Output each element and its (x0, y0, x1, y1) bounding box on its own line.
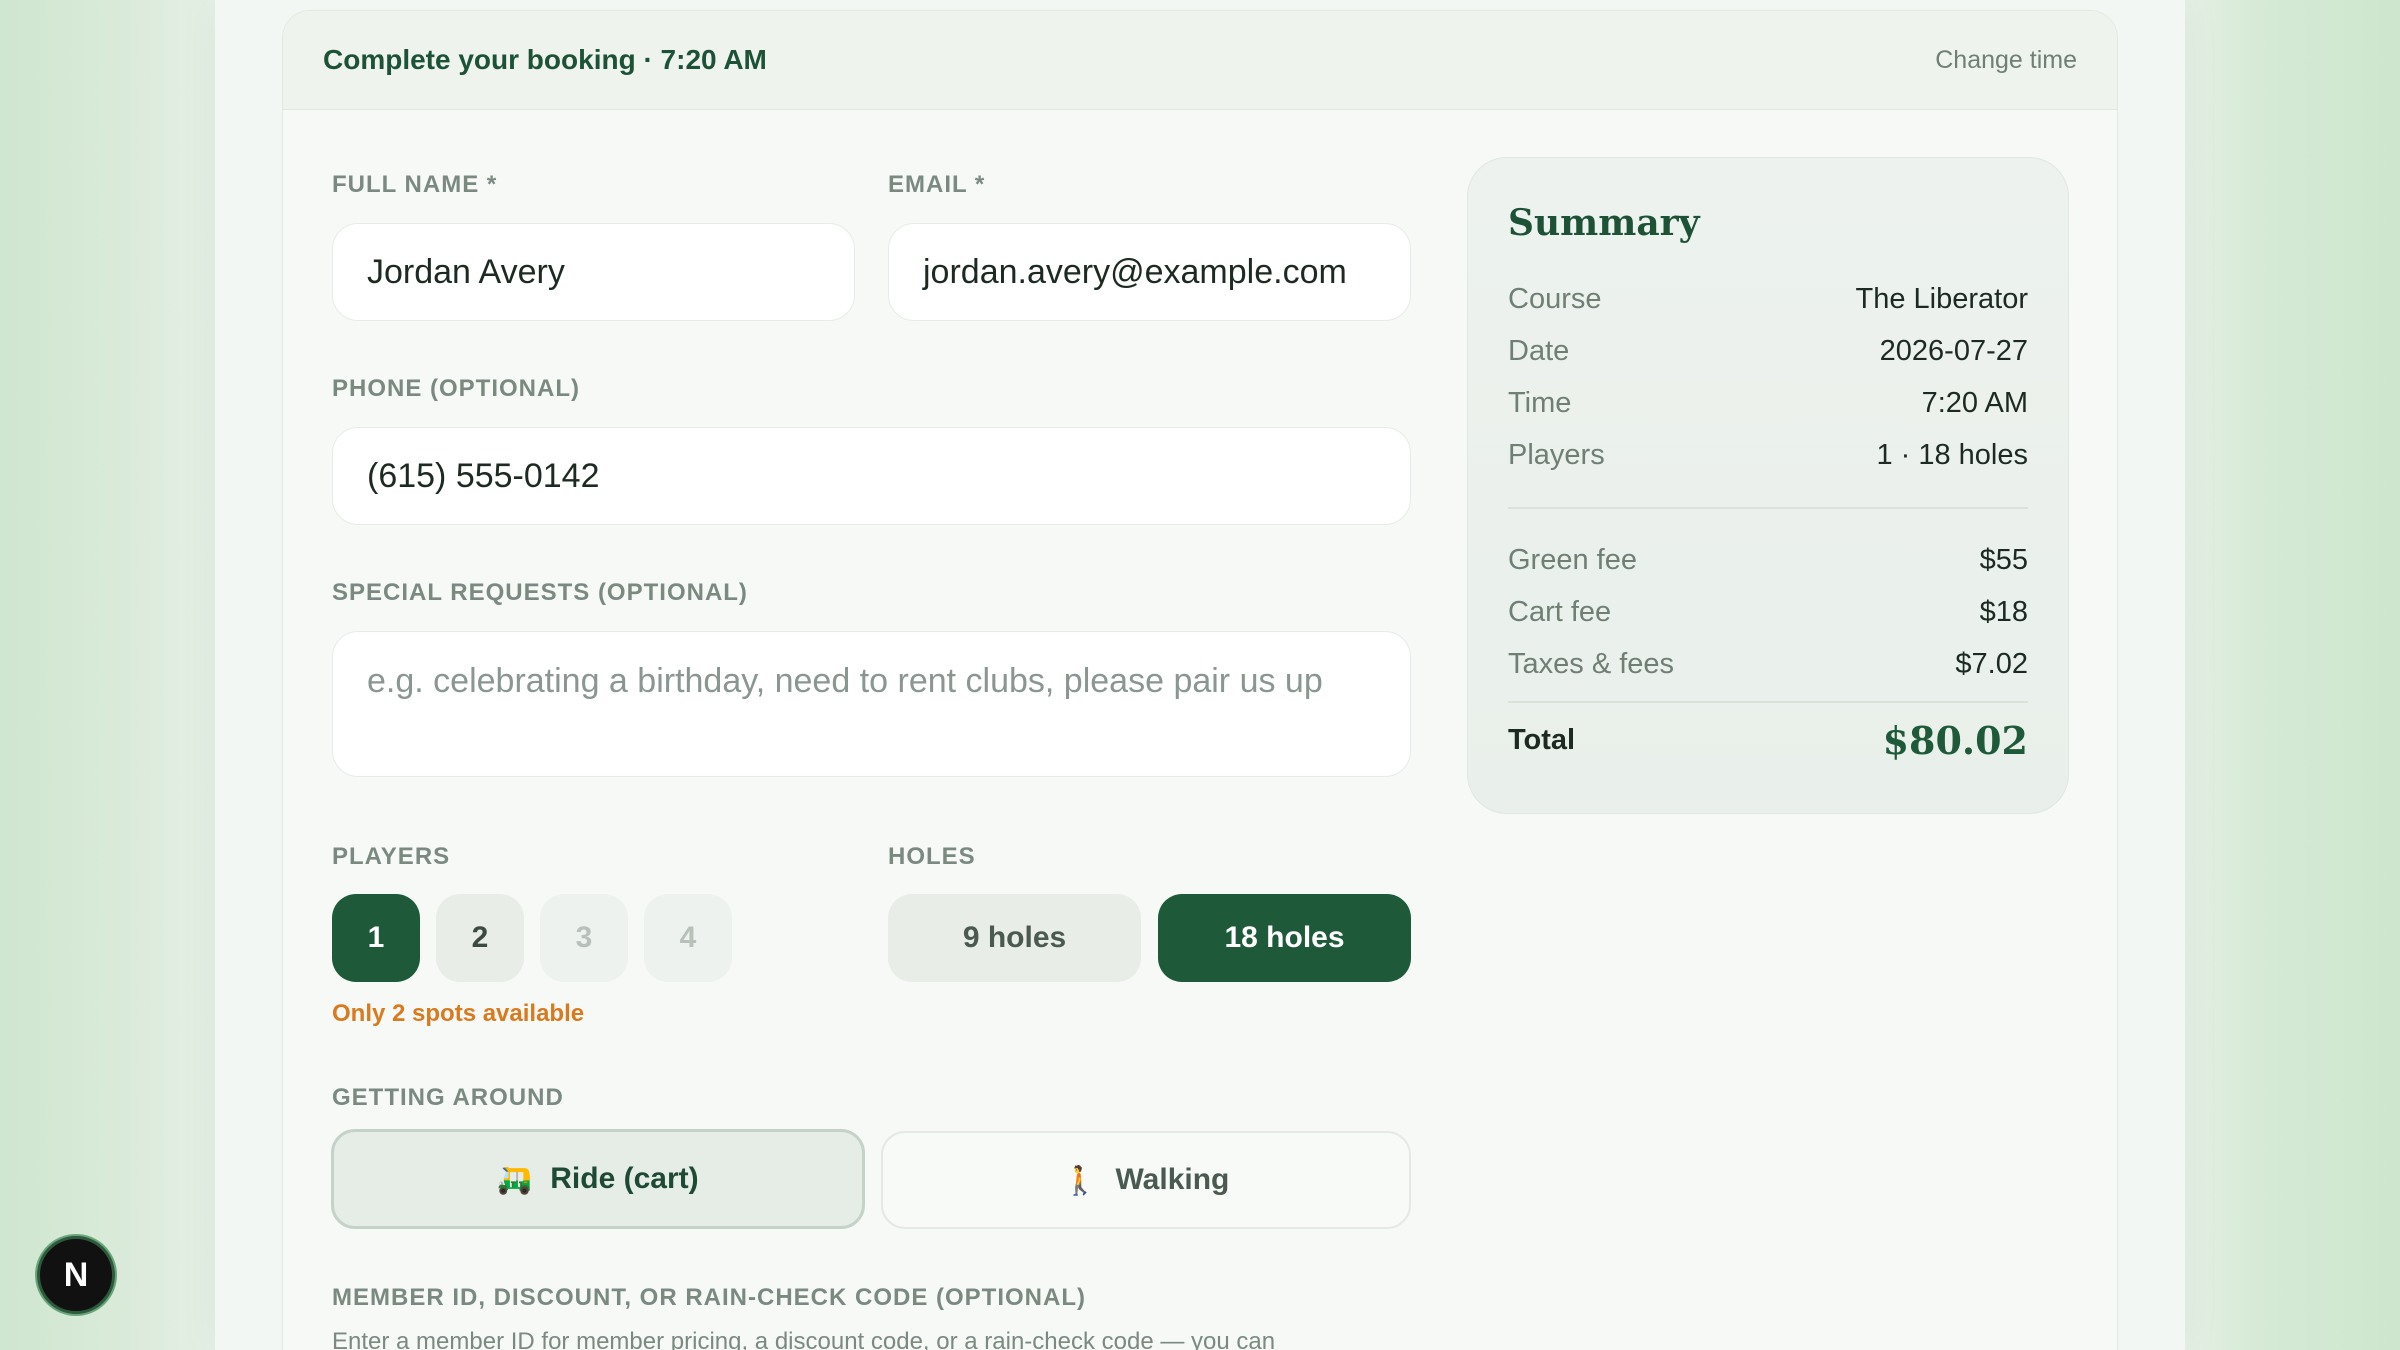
summary-row-date: Date 2026-07-27 (1508, 335, 2028, 368)
getting-around-label: GETTING AROUND (332, 1084, 564, 1111)
summary-value: 7:20 AM (1921, 387, 2028, 419)
email-label: EMAIL * (888, 171, 986, 198)
summary-key: Taxes & fees (1508, 648, 1675, 680)
total-value: $80.02 (1882, 718, 2028, 763)
holes-option-18[interactable]: 18 holes (1158, 894, 1411, 982)
walking-person-icon: 🚶 (1062, 1164, 1098, 1196)
special-requests-textarea[interactable]: e.g. celebrating a birthday, need to ren… (332, 631, 1411, 777)
golf-cart-icon: 🛺 (497, 1163, 533, 1195)
ride-cart-label: Ride (cart) (550, 1162, 699, 1195)
summary-title: Summary (1508, 202, 1700, 244)
summary-key: Course (1508, 283, 1602, 315)
special-requests-label: SPECIAL REQUESTS (OPTIONAL) (332, 579, 748, 606)
summary-total-row: Total $80.02 (1508, 718, 2028, 763)
full-name-field[interactable]: Jordan Avery (332, 223, 855, 321)
summary-value: $55 (1979, 544, 2028, 576)
ride-cart-button[interactable]: 🛺 Ride (cart) (331, 1129, 865, 1229)
summary-value: 2026-07-27 (1879, 335, 2028, 367)
summary-value: $7.02 (1955, 648, 2028, 680)
walking-button[interactable]: 🚶 Walking (881, 1131, 1411, 1229)
summary-card: Summary Course The Liberator Date 2026-0… (1467, 157, 2069, 814)
summary-key: Date (1508, 335, 1570, 367)
summary-row-time: Time 7:20 AM (1508, 387, 2028, 420)
phone-label: PHONE (OPTIONAL) (332, 375, 580, 402)
change-time-link[interactable]: Change time (1935, 46, 2077, 75)
player-option-4[interactable]: 4 (644, 894, 732, 982)
spots-warning: Only 2 spots available (332, 1000, 585, 1027)
email-field[interactable]: jordan.avery@example.com (888, 223, 1411, 321)
member-code-help: Enter a member ID for member pricing, a … (332, 1328, 1276, 1350)
player-option-3[interactable]: 3 (540, 894, 628, 982)
summary-divider (1508, 507, 2028, 509)
summary-key: Players (1508, 439, 1605, 471)
walking-label: Walking (1115, 1163, 1230, 1196)
next-logo-badge[interactable]: N (37, 1236, 115, 1314)
summary-row-cart-fee: Cart fee $18 (1508, 596, 2028, 629)
summary-value: The Liberator (1855, 283, 2029, 315)
summary-key: Time (1508, 387, 1572, 419)
phone-field[interactable]: (615) 555-0142 (332, 427, 1411, 525)
summary-row-course: Course The Liberator (1508, 283, 2028, 316)
full-name-label: FULL NAME * (332, 171, 498, 198)
summary-value: $18 (1979, 596, 2028, 628)
summary-divider (1508, 701, 2028, 703)
member-code-label: MEMBER ID, DISCOUNT, OR RAIN-CHECK CODE … (332, 1284, 1086, 1311)
player-option-2[interactable]: 2 (436, 894, 524, 982)
players-label: PLAYERS (332, 843, 451, 870)
player-option-1[interactable]: 1 (332, 894, 420, 982)
total-label: Total (1508, 724, 1576, 756)
panel-header: Complete your booking · 7:20 AM Change t… (283, 11, 2117, 110)
holes-label: HOLES (888, 843, 976, 870)
summary-row-green-fee: Green fee $55 (1508, 544, 2028, 577)
summary-row-players: Players 1 · 18 holes (1508, 439, 2028, 472)
summary-key: Green fee (1508, 544, 1637, 576)
summary-row-taxes: Taxes & fees $7.02 (1508, 648, 2028, 681)
summary-value: 1 · 18 holes (1876, 439, 2028, 471)
summary-key: Cart fee (1508, 596, 1612, 628)
page-title: Complete your booking · 7:20 AM (323, 44, 767, 75)
holes-option-9[interactable]: 9 holes (888, 894, 1141, 982)
